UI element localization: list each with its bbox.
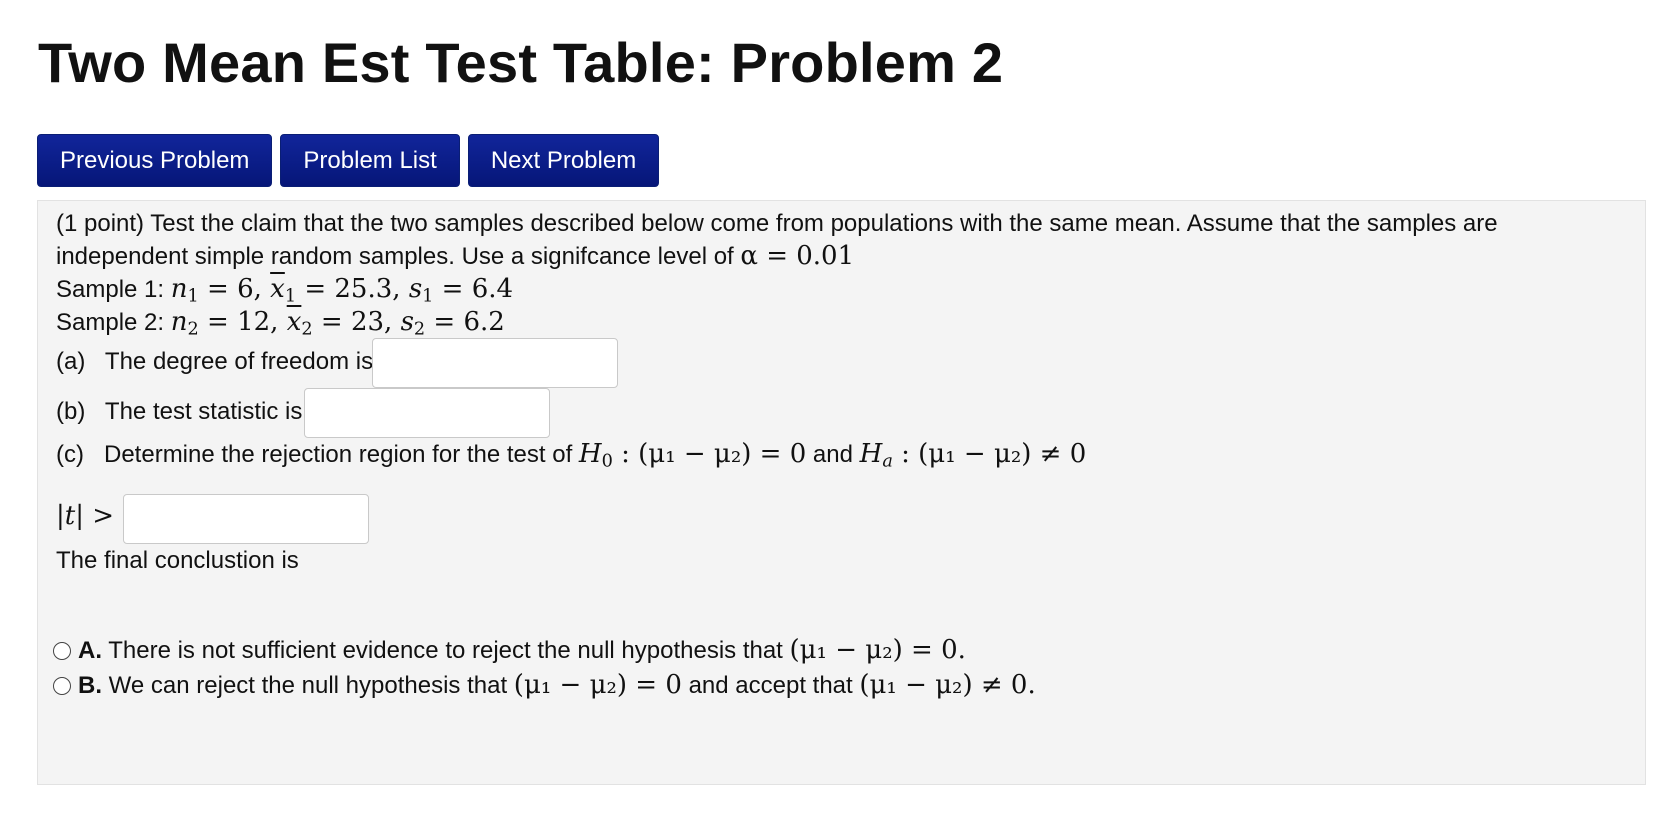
problem-list-button[interactable]: Problem List bbox=[280, 134, 460, 187]
choice-b-math2: (μ₁ − μ₂) ≠ 0. bbox=[859, 670, 1036, 700]
part-c-text: Determine the rejection region for the t… bbox=[104, 441, 579, 468]
sample-1-label: Sample 1: bbox=[56, 276, 171, 303]
part-b-label: (b) bbox=[56, 398, 86, 425]
part-a-text: The degree of freedom is bbox=[104, 348, 374, 375]
choice-b-text2: and accept that bbox=[681, 672, 860, 699]
problem-intro: (1 point) Test the claim that the two sa… bbox=[56, 210, 1498, 237]
choice-a-text: There is not sufficient evidence to reje… bbox=[108, 637, 790, 664]
rejection-region-label: |t| > bbox=[56, 501, 115, 531]
sample-2-label: Sample 2: bbox=[56, 309, 171, 336]
choice-b-text: We can reject the null hypothesis that bbox=[108, 672, 514, 699]
final-conclusion-label: The final conclustion is bbox=[56, 547, 299, 574]
part-c-line: (c) Determine the rejection region for t… bbox=[56, 437, 1086, 479]
choice-a[interactable]: A. There is not sufficient evidence to r… bbox=[78, 633, 966, 668]
part-a-label: (a) bbox=[56, 348, 86, 375]
choice-b-radio[interactable] bbox=[53, 677, 71, 695]
part-a-line: (a) The degree of freedom is bbox=[56, 344, 373, 379]
significance-text: independent simple random samples. Use a… bbox=[56, 243, 741, 270]
part-b-text: The test statistic is bbox=[104, 398, 303, 425]
sample-1-stats: n1 = 6, x1 = 25.3, s1 = 6.4 bbox=[170, 274, 514, 307]
null-hypothesis: H0 : (μ₁ − μ₂) = 0 bbox=[578, 439, 807, 472]
page-title: Two Mean Est Test Table: Problem 2 bbox=[38, 31, 1004, 94]
sample-2-stats: n2 = 12, x2 = 23, s2 = 6.2 bbox=[170, 307, 505, 340]
test-statistic-input[interactable] bbox=[304, 388, 550, 438]
problem-navigation: Previous Problem Problem List Next Probl… bbox=[37, 134, 660, 187]
and-text: and bbox=[806, 441, 860, 468]
degrees-of-freedom-input[interactable] bbox=[372, 338, 618, 388]
alternative-hypothesis: Ha : (μ₁ − μ₂) ≠ 0 bbox=[859, 439, 1087, 472]
significance-line: independent simple random samples. Use a… bbox=[56, 239, 854, 274]
choice-a-radio[interactable] bbox=[53, 642, 71, 660]
part-c-label: (c) bbox=[56, 441, 84, 468]
problem-body: (1 point) Test the claim that the two sa… bbox=[37, 200, 1646, 785]
rejection-region-input[interactable] bbox=[123, 494, 369, 544]
choice-a-letter: A. bbox=[78, 637, 102, 664]
choice-b-letter: B. bbox=[78, 672, 102, 699]
part-b-line: (b) The test statistic is bbox=[56, 394, 302, 429]
choice-b-math: (μ₁ − μ₂) = 0 bbox=[513, 670, 682, 700]
choice-b[interactable]: B. We can reject the null hypothesis tha… bbox=[78, 668, 1036, 703]
choice-a-math: (μ₁ − μ₂) = 0. bbox=[789, 635, 966, 665]
alpha-value: α = 0.01 bbox=[740, 241, 855, 271]
previous-problem-button[interactable]: Previous Problem bbox=[37, 134, 273, 187]
next-problem-button[interactable]: Next Problem bbox=[467, 134, 660, 187]
